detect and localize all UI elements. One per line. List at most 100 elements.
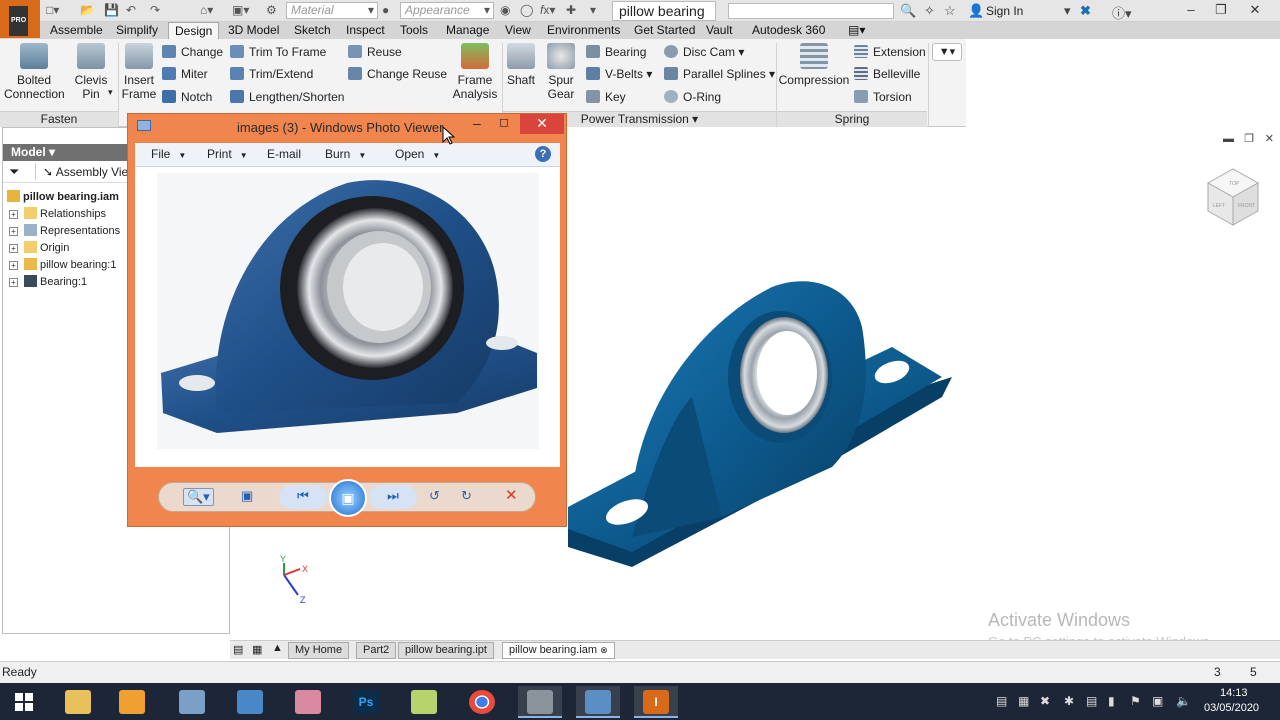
- close-button[interactable]: ✕: [1240, 0, 1270, 22]
- adjust-icon[interactable]: ◉: [500, 3, 510, 19]
- help-icon[interactable]: ⓘ▾: [1112, 3, 1132, 22]
- exchange-icon[interactable]: ✖: [1080, 3, 1091, 19]
- viewport-close-icon[interactable]: ✕: [1265, 132, 1274, 145]
- assembly-view-dropdown[interactable]: ➘ Assembly View: [43, 165, 137, 179]
- belleville-button[interactable]: Belleville: [854, 65, 920, 83]
- communication-icon[interactable]: ✧: [924, 3, 935, 19]
- key-button[interactable]: Key: [586, 88, 626, 106]
- tree-item-pillow-bearing[interactable]: + pillow bearing:1: [9, 257, 116, 274]
- menu-file[interactable]: File ▼: [151, 147, 186, 161]
- tray-monitor-icon[interactable]: ▤: [996, 694, 1007, 708]
- viewport-minimize-icon[interactable]: ▬: [1223, 133, 1234, 145]
- taskbar-photos[interactable]: [170, 686, 214, 718]
- tray-display-icon[interactable]: ▣: [1152, 694, 1163, 708]
- change-button[interactable]: Change: [162, 43, 223, 61]
- app-menu-button[interactable]: I PRO: [0, 0, 40, 38]
- sign-in-dropdown-icon[interactable]: ▾: [1064, 3, 1071, 19]
- tab-inspect[interactable]: Inspect: [346, 22, 385, 39]
- tab-manage[interactable]: Manage: [446, 22, 489, 39]
- tab-get-started[interactable]: Get Started: [634, 22, 695, 39]
- start-button[interactable]: [2, 686, 46, 718]
- doc-tab-pillow-bearing-ipt[interactable]: pillow bearing.ipt: [398, 642, 494, 659]
- reuse-button[interactable]: Reuse: [348, 43, 402, 61]
- taskbar-photo-viewer[interactable]: [576, 686, 620, 718]
- miter-button[interactable]: Miter: [162, 65, 208, 83]
- parallel-splines-button[interactable]: Parallel Splines ▾: [664, 65, 775, 83]
- undo-icon[interactable]: ↶: [126, 3, 136, 19]
- photo-viewer-window[interactable]: images (3) - Windows Photo Viewer – ◻ ✕ …: [127, 113, 567, 527]
- fx-icon[interactable]: fx▾: [540, 3, 555, 19]
- rotate-left-icon[interactable]: ↺: [429, 488, 440, 504]
- favorites-icon[interactable]: ☆: [944, 3, 956, 19]
- clevis-dropdown-icon[interactable]: ▾: [108, 87, 113, 98]
- tree-item-representations[interactable]: + Representations: [9, 223, 120, 240]
- notch-button[interactable]: Notch: [162, 88, 212, 106]
- taskbar-network[interactable]: [228, 686, 272, 718]
- previous-button[interactable]: ⏮: [279, 485, 327, 509]
- tree-item-bearing[interactable]: + Bearing:1: [9, 274, 87, 291]
- delete-icon[interactable]: ✕: [505, 486, 518, 504]
- new-icon[interactable]: □▾: [46, 3, 59, 19]
- pillow-bearing-model[interactable]: [562, 267, 952, 587]
- tree-item-relationships[interactable]: + Relationships: [9, 206, 106, 223]
- o-ring-button[interactable]: O-Ring: [664, 88, 721, 106]
- tab-3d-model[interactable]: 3D Model: [228, 22, 279, 39]
- next-button[interactable]: ⏭: [369, 485, 417, 509]
- measure-icon[interactable]: ✚: [566, 3, 576, 19]
- bearing-button[interactable]: Bearing: [586, 43, 646, 61]
- taskbar-folder[interactable]: [402, 686, 446, 718]
- photo-canvas[interactable]: [135, 167, 560, 467]
- tray-flag-icon[interactable]: ⚑: [1130, 694, 1141, 708]
- tab-sketch[interactable]: Sketch: [294, 22, 331, 39]
- doc-tab-pillow-bearing-iam[interactable]: pillow bearing.iam ⊗: [502, 642, 615, 659]
- rotate-right-icon[interactable]: ↻: [461, 488, 472, 504]
- filter-icon[interactable]: ⏷: [9, 164, 19, 180]
- appearance-dropdown[interactable]: Appearance: [400, 2, 494, 19]
- taskbar-chrome[interactable]: [460, 686, 504, 718]
- taskbar-date[interactable]: 03/05/2020: [1204, 702, 1259, 714]
- doc-tab-part2[interactable]: Part2: [356, 642, 397, 659]
- minimize-button[interactable]: –: [1176, 0, 1206, 22]
- shaft-button[interactable]: Shaft: [504, 43, 538, 87]
- tray-bluetooth-icon[interactable]: ✱: [1064, 694, 1074, 708]
- tab-environments[interactable]: Environments: [547, 22, 620, 39]
- customize-icon[interactable]: ▾: [590, 3, 596, 19]
- tray-battery-icon[interactable]: ▮: [1108, 694, 1115, 708]
- redo-icon[interactable]: ↷: [150, 3, 160, 19]
- tab-tools[interactable]: Tools: [400, 22, 428, 39]
- slideshow-button[interactable]: ▣: [329, 479, 367, 517]
- tab-view[interactable]: View: [505, 22, 531, 39]
- binoculars-icon[interactable]: 🔍: [900, 3, 916, 19]
- insert-frame-button[interactable]: Insert Frame: [120, 43, 158, 101]
- restore-button[interactable]: ❐: [1206, 0, 1236, 22]
- expand-icon[interactable]: +: [9, 210, 18, 219]
- expand-icon[interactable]: +: [9, 244, 18, 253]
- taskbar-time[interactable]: 14:13: [1220, 687, 1248, 699]
- taskbar-photoshop[interactable]: Ps: [344, 686, 388, 718]
- grid-icon[interactable]: ▦: [252, 643, 262, 656]
- disc-cam-button[interactable]: Disc Cam ▾: [664, 43, 744, 61]
- expand-icon[interactable]: +: [9, 227, 18, 236]
- tab-autodesk-360[interactable]: Autodesk 360: [752, 22, 825, 39]
- help-search-input[interactable]: [728, 3, 894, 19]
- tab-simplify[interactable]: Simplify: [116, 22, 158, 39]
- photo-viewer-close-button[interactable]: ✕: [520, 114, 564, 134]
- extension-button[interactable]: Extension: [854, 43, 926, 61]
- viewcube[interactable]: TOP LEFT FRONT: [1204, 165, 1262, 229]
- doc-tab-my-home[interactable]: My Home: [288, 642, 350, 659]
- viewport-restore-icon[interactable]: ❐: [1244, 132, 1254, 145]
- tray-app-icon[interactable]: ▦: [1018, 694, 1029, 708]
- trim-to-frame-button[interactable]: Trim To Frame: [230, 43, 326, 61]
- tree-item-origin[interactable]: + Origin: [9, 240, 69, 257]
- zoom-button[interactable]: 🔍▾: [183, 488, 214, 506]
- torsion-button[interactable]: Torsion: [854, 88, 912, 106]
- compression-button[interactable]: Compression: [778, 43, 850, 87]
- expand-icon[interactable]: +: [9, 261, 18, 270]
- tray-network-icon[interactable]: ✖: [1040, 694, 1050, 708]
- sign-in-button[interactable]: Sign In: [986, 4, 1023, 18]
- material-dropdown[interactable]: Material: [286, 2, 378, 19]
- expand-icon[interactable]: +: [9, 278, 18, 287]
- menu-open[interactable]: Open ▼: [395, 147, 440, 161]
- ribbon-options-icon[interactable]: ▤▾: [848, 22, 865, 39]
- taskbar-paint[interactable]: [286, 686, 330, 718]
